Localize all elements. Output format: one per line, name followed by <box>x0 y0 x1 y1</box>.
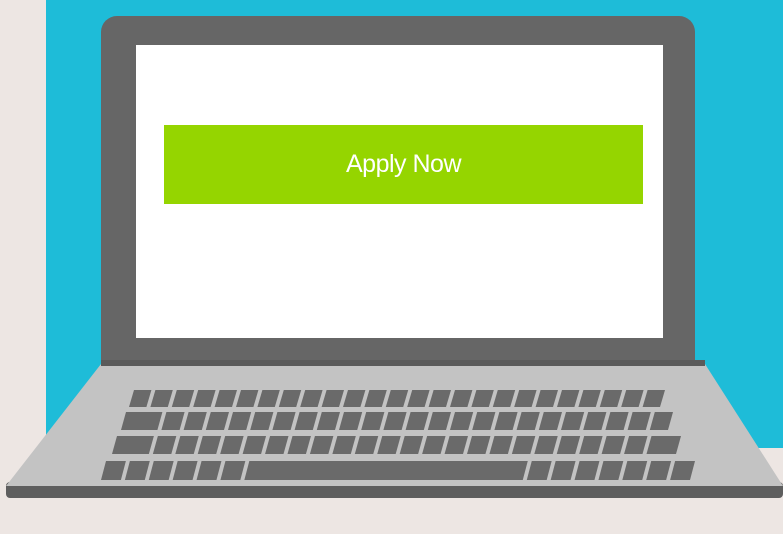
keyboard-key <box>646 436 681 454</box>
laptop-base <box>6 360 783 498</box>
laptop-hinge <box>101 360 705 366</box>
keyboard-key <box>121 412 163 430</box>
laptop-illustration: Apply Now <box>0 0 783 534</box>
spacebar-key <box>244 461 528 480</box>
keyboard-key <box>112 436 154 454</box>
